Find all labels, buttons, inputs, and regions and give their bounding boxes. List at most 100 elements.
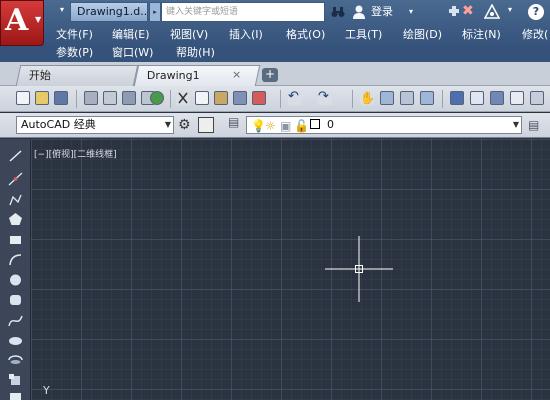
chevron-down-icon: ▼ [164, 120, 171, 129]
exchange-icon[interactable] [448, 3, 460, 22]
save-icon[interactable] [54, 91, 68, 105]
make-current-layer-icon[interactable]: ▤ [528, 118, 539, 132]
paste-icon[interactable] [214, 91, 228, 105]
new-file-icon[interactable] [16, 91, 30, 105]
pan-icon[interactable]: ✋ [360, 91, 375, 105]
crosshair-cursor-icon [325, 236, 393, 302]
a360-dropdown-icon[interactable]: ▾ [508, 5, 512, 14]
application-menu-button[interactable]: A ▼ [0, 0, 44, 46]
menu-help[interactable]: 帮助(H) [176, 46, 215, 60]
layer-name: 0 [327, 118, 334, 131]
cut-icon[interactable] [176, 91, 190, 105]
login-dropdown-icon[interactable]: ▾ [409, 4, 413, 20]
workspace-select[interactable]: AutoCAD 经典 ▼ [16, 116, 174, 134]
block-editor-icon[interactable] [252, 91, 266, 105]
toolbar-divider [170, 90, 171, 108]
design-center-icon[interactable] [470, 91, 484, 105]
tab-drawing1-label: Drawing1 [146, 69, 200, 82]
sheet-set-icon[interactable] [510, 91, 524, 105]
open-file-icon[interactable] [35, 91, 49, 105]
arc-tool-icon[interactable] [8, 253, 23, 267]
gear-icon[interactable]: ⚙ [178, 117, 194, 133]
binoculars-icon[interactable] [331, 5, 345, 19]
menu-file[interactable]: 文件(F) [56, 28, 93, 42]
tool-palettes-icon[interactable] [490, 91, 504, 105]
circle-tool-icon[interactable] [8, 273, 23, 287]
line-tool-icon[interactable] [8, 149, 23, 163]
menu-parameters[interactable]: 参数(P) [56, 46, 93, 60]
spline-tool-icon[interactable] [8, 314, 23, 328]
plot-icon[interactable] [84, 91, 98, 105]
user-icon[interactable] [352, 4, 366, 20]
workspace-settings-icon[interactable] [198, 117, 214, 133]
toolbar-divider [442, 90, 443, 108]
menu-insert[interactable]: 插入(I) [229, 28, 263, 42]
layer-select[interactable]: 💡 ☼ ▣ 🔓 0 ▼ [246, 116, 522, 134]
ucs-y-axis-label: Y [43, 384, 50, 397]
properties-icon[interactable] [450, 91, 464, 105]
redo-icon[interactable]: ↷ [318, 90, 332, 105]
standard-toolbar: ↶ ↷ ✋ [0, 86, 550, 112]
search-input[interactable]: 键入关键字或短语 [161, 2, 325, 22]
toolbar-divider [76, 90, 77, 108]
document-name: Drawing1.d... [70, 2, 148, 22]
layer-viewport-freeze-icon[interactable]: ▣ [280, 119, 291, 133]
insert-block-icon[interactable] [8, 373, 23, 387]
help-icon[interactable]: ? [528, 4, 544, 20]
viewport-controls-label[interactable]: [−][俯视][二维线框] [34, 147, 117, 160]
document-name-dropdown-icon[interactable]: ▸ [149, 2, 161, 22]
menu-edit[interactable]: 编辑(E) [112, 28, 150, 42]
chevron-down-icon: ▼ [512, 120, 519, 129]
undo-icon[interactable]: ↶ [288, 90, 302, 105]
layer-color-swatch[interactable] [310, 119, 320, 129]
login-link[interactable]: 登录 [371, 4, 393, 20]
copy-icon[interactable] [195, 91, 209, 105]
autocad-logo-icon: A [5, 3, 29, 38]
publish-icon[interactable] [122, 91, 136, 105]
layer-unlock-icon[interactable]: 🔓 [294, 119, 309, 133]
ellipse-arc-tool-icon[interactable] [8, 353, 23, 367]
tab-start-label: 开始 [28, 69, 51, 82]
workspace-value: AutoCAD 经典 [21, 118, 96, 131]
menu-tools[interactable]: 工具(T) [345, 28, 382, 42]
autocad-window: A ▼ ▾ Drawing1.d... ▸ 键入关键字或短语 登录 ▾ ✖ ▾ … [0, 0, 550, 400]
a360-icon[interactable] [483, 3, 501, 20]
rectangle-tool-icon[interactable] [8, 233, 23, 247]
draw-toolbar [0, 139, 31, 400]
menu-modify[interactable]: 修改( [522, 28, 548, 42]
file-tab-bar: 开始 Drawing1 × + [0, 62, 550, 86]
zoom-previous-icon[interactable] [420, 91, 434, 105]
autodesk-exchange-x-icon[interactable]: ✖ [462, 3, 474, 19]
make-block-icon[interactable] [8, 391, 23, 400]
workspace-layer-bar: AutoCAD 经典 ▼ ⚙ ▤ 💡 ☼ ▣ 🔓 0 ▼ ▤ [0, 113, 550, 138]
plot-preview-icon[interactable] [103, 91, 117, 105]
layer-on-bulb-icon[interactable]: 💡 [251, 119, 266, 133]
menu-bar-row2: 参数(P) 窗口(W) 帮助(H) [0, 46, 550, 62]
menu-view[interactable]: 视图(V) [170, 28, 208, 42]
polyline-tool-icon[interactable] [8, 193, 23, 207]
menu-format[interactable]: 格式(O) [286, 28, 325, 42]
tab-drawing1[interactable]: Drawing1 [133, 65, 261, 86]
design-center-globe-icon[interactable] [150, 91, 164, 105]
match-properties-icon[interactable] [233, 91, 247, 105]
menu-draw[interactable]: 绘图(D) [403, 28, 442, 42]
ellipse-tool-icon[interactable] [8, 334, 23, 348]
new-tab-button[interactable]: + [262, 68, 278, 82]
polygon-tool-icon[interactable] [8, 212, 23, 226]
zoom-realtime-icon[interactable] [380, 91, 394, 105]
layer-thaw-sun-icon[interactable]: ☼ [265, 119, 276, 133]
close-icon[interactable]: × [232, 68, 241, 81]
qat-dropdown-icon[interactable]: ▾ [60, 5, 64, 14]
drawing-canvas[interactable]: [−][俯视][二维线框] Y [31, 139, 550, 400]
construction-line-icon[interactable] [8, 172, 23, 186]
markup-icon[interactable] [530, 91, 544, 105]
toolbar-divider [280, 90, 281, 108]
layer-properties-icon[interactable]: ▤ [228, 115, 239, 129]
zoom-window-icon[interactable] [400, 91, 414, 105]
menu-dimension[interactable]: 标注(N) [462, 28, 501, 42]
title-bar: A ▼ ▾ Drawing1.d... ▸ 键入关键字或短语 登录 ▾ ✖ ▾ … [0, 0, 550, 48]
chevron-down-icon: ▼ [35, 15, 42, 24]
tab-start[interactable]: 开始 [15, 65, 139, 86]
revision-cloud-icon[interactable] [8, 293, 23, 307]
menu-window[interactable]: 窗口(W) [112, 46, 153, 60]
